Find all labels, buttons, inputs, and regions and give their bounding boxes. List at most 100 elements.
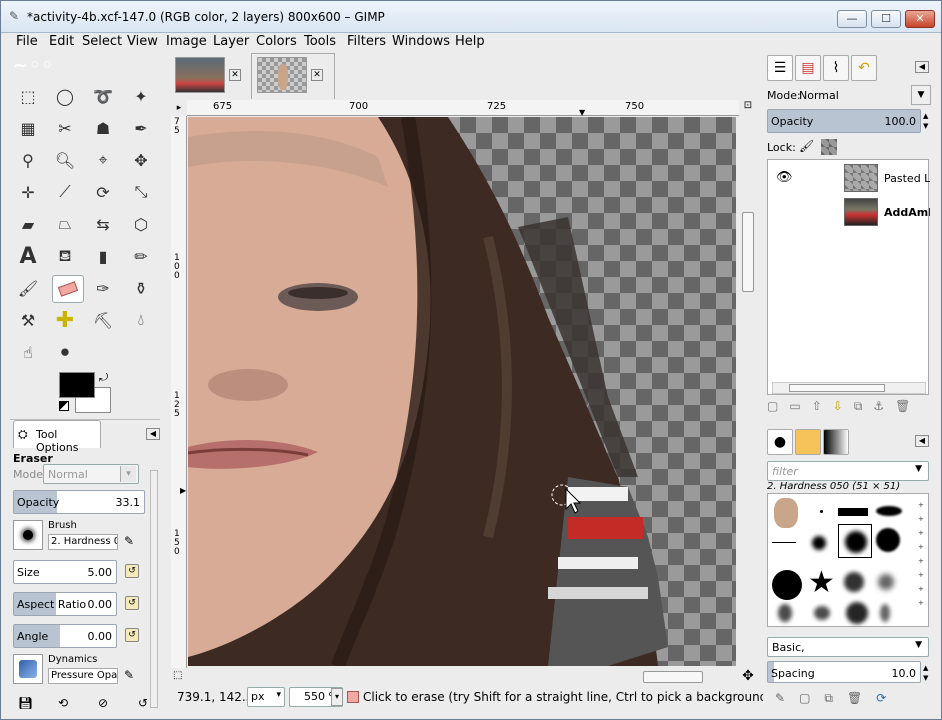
menu-colors[interactable]: Colors <box>256 34 297 49</box>
brush-item[interactable] <box>846 602 868 624</box>
mode-select[interactable]: Normal ▾ <box>43 464 139 484</box>
horizontal-ruler[interactable]: 675 700 725 750 ▼ <box>187 100 739 117</box>
delete-options-icon[interactable]: ⊘ <box>98 696 108 710</box>
image-tab-thumb-1[interactable] <box>175 57 225 93</box>
navigate-icon[interactable]: ✥ <box>739 668 757 686</box>
size-slider[interactable]: Size 5.00 <box>13 560 117 584</box>
menu-help[interactable]: Help <box>455 34 485 49</box>
brush-name-field[interactable]: 2. Hardness 05 <box>48 534 118 550</box>
align-icon[interactable]: ✛ <box>15 179 41 205</box>
dynamics-preview-button[interactable] <box>13 654 43 684</box>
unit-select[interactable]: px ▾ <box>247 687 285 707</box>
quick-mask-menu-icon[interactable]: ▸ <box>171 100 187 116</box>
brush-item[interactable] <box>878 574 894 590</box>
tool-options-scrollbar[interactable] <box>150 470 158 708</box>
reset-options-icon[interactable]: ↺ <box>138 696 148 710</box>
measure-icon[interactable]: ⌖ <box>90 147 116 173</box>
eraser-icon[interactable] <box>52 275 84 303</box>
edit-dynamics-icon[interactable]: ✎ <box>124 668 134 682</box>
brush-item[interactable] <box>814 606 830 620</box>
paths-icon[interactable]: ✒ <box>128 115 154 141</box>
brush-preset-select[interactable]: Basic, ▼ <box>767 637 929 657</box>
free-select-icon[interactable]: ➰ <box>90 83 116 109</box>
tab-tool-options[interactable]: ⛭ Tool Options <box>13 420 101 454</box>
menu-view[interactable]: View <box>127 34 158 49</box>
vertical-scroll-thumb[interactable] <box>742 212 754 292</box>
layer-mode-dropdown[interactable]: ▼ <box>911 85 931 105</box>
brush-item[interactable] <box>844 572 864 592</box>
menu-layer[interactable]: Layer <box>213 34 249 49</box>
raise-layer-icon[interactable]: ⇧ <box>812 399 833 413</box>
save-options-icon[interactable]: 💾︎ <box>18 696 33 710</box>
ellipse-select-icon[interactable]: ◯ <box>52 83 78 109</box>
scale-icon[interactable]: ⤡ <box>128 179 154 205</box>
edit-brush-icon[interactable]: ✎ <box>124 534 134 548</box>
paintbrush-icon[interactable]: 🖌︎ <box>15 275 41 301</box>
brush-item[interactable] <box>876 506 902 516</box>
shear-icon[interactable]: ▰ <box>15 211 41 237</box>
text-tool-icon[interactable]: A <box>15 243 41 269</box>
rect-select-icon[interactable]: ⬚ <box>15 83 41 109</box>
layer-row[interactable]: 👁︎ Pasted Lay <box>768 162 930 194</box>
layers-hscrollbar[interactable] <box>772 382 926 394</box>
zoom-fit-icon[interactable]: ⊡ <box>739 100 757 116</box>
reset-size-icon[interactable]: ↺ <box>125 564 139 578</box>
layer-opacity-slider[interactable]: Opacity 100.0 <box>767 109 921 133</box>
spin-arrows-icon[interactable]: ▲ ▼ <box>923 663 931 683</box>
delete-layer-icon[interactable]: 🗑︎ <box>895 399 921 413</box>
minimize-button[interactable]: — <box>837 10 867 28</box>
channels-tab-icon[interactable]: ▤ <box>795 55 821 81</box>
panel-menu-icon[interactable]: ◀ <box>915 435 929 447</box>
flip-icon[interactable]: ⇆ <box>90 211 116 237</box>
crop-icon[interactable]: ⟋ <box>52 179 78 205</box>
patterns-tab-icon[interactable] <box>795 429 821 455</box>
brush-filter-input[interactable]: filter ▼ <box>767 461 929 481</box>
foreground-select-icon[interactable]: ☗ <box>90 115 116 141</box>
brushes-tab-icon[interactable]: ● <box>767 429 793 455</box>
angle-slider[interactable]: Angle 0.00 <box>13 624 117 648</box>
navigate-toggle-icon[interactable]: ⬚ <box>173 670 187 684</box>
star-brush-icon[interactable]: ★ <box>808 568 835 598</box>
layers-hscroll-thumb[interactable] <box>789 384 885 392</box>
menu-select[interactable]: Select <box>82 34 122 49</box>
brush-item[interactable] <box>772 542 796 543</box>
menu-edit[interactable]: Edit <box>49 34 74 49</box>
foreground-color-swatch[interactable] <box>59 372 95 398</box>
reset-angle-icon[interactable]: ↺ <box>125 628 139 642</box>
anchor-layer-icon[interactable]: ⚓ <box>873 399 895 413</box>
title-bar[interactable]: ✎ *activity-4b.xcf-147.0 (RGB color, 2 l… <box>1 1 941 33</box>
duplicate-brush-icon[interactable]: ⧉ <box>824 691 847 705</box>
close-tab-icon[interactable]: ✕ <box>229 69 241 81</box>
aspect-ratio-slider[interactable]: Aspect Ratio 0.00 <box>13 592 117 616</box>
edit-brush-icon[interactable]: ✎ <box>775 691 799 705</box>
image-canvas[interactable] <box>188 117 736 666</box>
new-brush-icon[interactable]: ▢ <box>799 691 824 705</box>
clone-icon[interactable]: ⚒ <box>15 307 41 333</box>
zoom-icon[interactable]: 🔍︎ <box>52 147 78 173</box>
lock-pixels-icon[interactable]: 🖌︎ <box>799 139 814 153</box>
color-picker-icon[interactable]: ⚲ <box>15 147 41 173</box>
ink-icon[interactable]: ⚱ <box>128 275 154 301</box>
panel-menu-icon[interactable]: ◀ <box>146 428 160 440</box>
undo-history-tab-icon[interactable]: ↶ <box>851 55 877 81</box>
perspective-clone-icon[interactable]: ⛏ <box>90 307 116 333</box>
menu-image[interactable]: Image <box>166 34 207 49</box>
vertical-scrollbar[interactable] <box>739 116 757 668</box>
close-button[interactable]: ✕ <box>905 10 935 28</box>
new-layer-group-icon[interactable]: ▭ <box>789 399 811 413</box>
menu-windows[interactable]: Windows <box>392 34 450 49</box>
pencil-icon[interactable]: ✏ <box>128 243 154 269</box>
brush-item-selected[interactable] <box>838 524 872 558</box>
brush-item[interactable] <box>812 536 826 550</box>
vertical-ruler[interactable]: 7 5 1 0 0 1 2 5 1 5 0 ▶ <box>171 116 187 668</box>
layer-row[interactable]: AddAmbe <box>768 196 930 228</box>
horizontal-scrollbar[interactable] <box>187 668 739 686</box>
swap-colors-icon[interactable]: ⤾ <box>99 371 108 385</box>
refresh-brushes-icon[interactable]: ⟳ <box>876 691 900 705</box>
brush-item[interactable] <box>778 604 792 622</box>
spin-arrows-icon[interactable]: ▲ ▼ <box>923 111 931 131</box>
duplicate-layer-icon[interactable]: ⧉ <box>854 399 874 413</box>
bucket-fill-icon[interactable]: ⛾ <box>52 243 78 269</box>
smudge-icon[interactable]: ☝ <box>15 339 41 365</box>
brush-item[interactable] <box>820 510 823 513</box>
